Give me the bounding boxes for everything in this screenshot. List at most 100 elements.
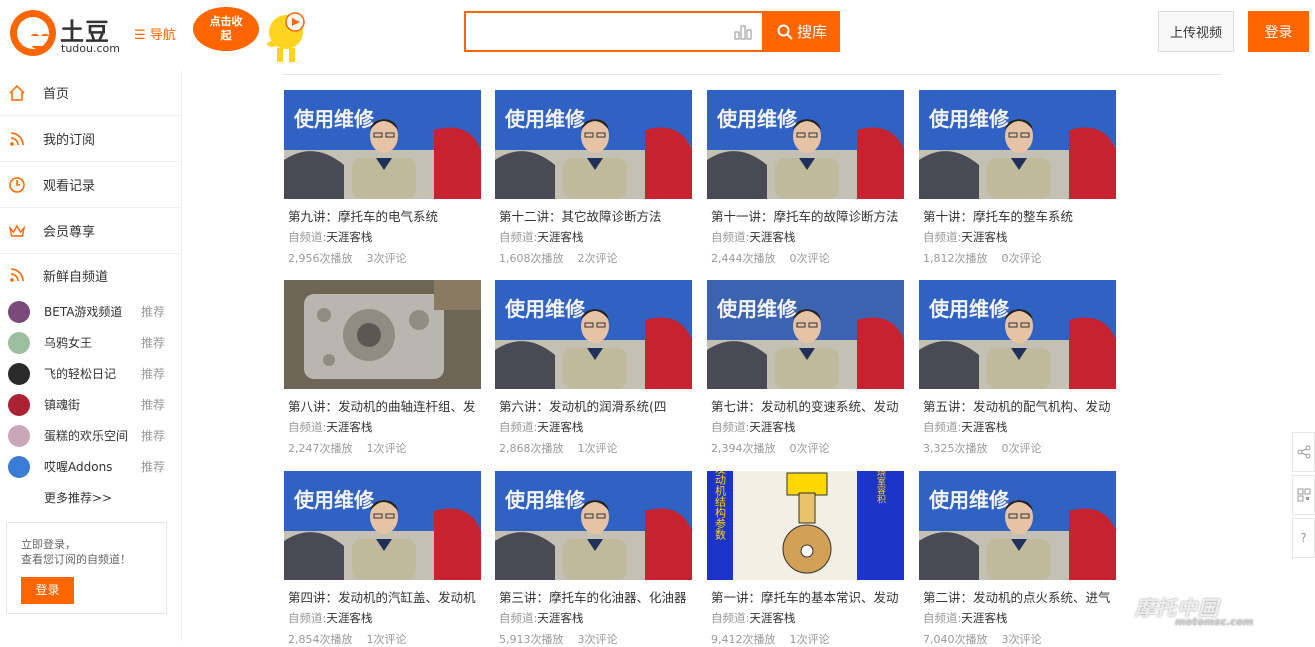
sidebar-item-vip[interactable]: 会员尊享 <box>0 208 181 254</box>
channel-link[interactable]: 天涯客栈 <box>749 611 795 625</box>
video-card[interactable]: 使用维修 第七讲：发动机的变速系统、发动 自频道:天涯客栈 2,394次播放 0次评论 <box>707 280 904 456</box>
video-stats: 5,913次播放 3次评论 <box>495 631 692 647</box>
channel-item[interactable]: BETA游戏频道 推荐 <box>0 296 181 327</box>
video-card[interactable]: 使用维修 第十二讲：其它故障诊断方法 自频道:天涯客栈 1,608次播放 2次评论 <box>495 90 692 266</box>
share-icon[interactable] <box>1292 432 1315 472</box>
svg-text:使用维修: 使用维修 <box>928 107 1010 131</box>
sidebar-item-history[interactable]: 观看记录 <box>0 162 181 208</box>
video-thumbnail[interactable]: 使用维修 <box>919 90 1116 199</box>
video-card[interactable]: 使用维修 第六讲：发动机的润滑系统(四 自频道:天涯客栈 2,868次播放 1次评论 <box>495 280 692 456</box>
video-title[interactable]: 第十二讲：其它故障诊断方法 <box>495 206 692 225</box>
video-card[interactable]: 使用维修 第十一讲：摩托车的故障诊断方法 自频道:天涯客栈 2,444次播放 0次评论 <box>707 90 904 266</box>
video-thumbnail[interactable]: 使用维修 <box>495 471 692 580</box>
video-card[interactable]: 使用维修 第五讲：发动机的配气机构、发动 自频道:天涯客栈 3,325次播放 0次评论 <box>919 280 1116 456</box>
channel-link[interactable]: 天涯客栈 <box>326 230 372 244</box>
sidebar-section-fresh-channels[interactable]: 新鲜自频道 <box>0 254 181 296</box>
video-card[interactable]: 使用维修 第四讲：发动机的汽缸盖、发动机 自频道:天涯客栈 2,854次播放 1次评论 <box>284 471 481 647</box>
play-count: 1,812次播放 <box>923 252 988 265</box>
video-thumbnail[interactable]: 使用维修 <box>495 90 692 199</box>
video-title[interactable]: 第四讲：发动机的汽缸盖、发动机 <box>284 587 481 606</box>
channel-link[interactable]: 天涯客栈 <box>326 611 372 625</box>
channel-link[interactable]: 天涯客栈 <box>537 420 583 434</box>
right-toolbar: ? <box>1292 432 1315 561</box>
video-thumbnail[interactable]: 二冲程发动机结构参数 燃烧室容积 <box>707 471 904 580</box>
video-card[interactable]: 使用维修第九讲：摩托车的电气系统自频道:天涯客栈 2,956次播放 3次评论 <box>284 90 481 266</box>
sidebar-item-subscriptions[interactable]: 我的订阅 <box>0 116 181 162</box>
video-title[interactable]: 第六讲：发动机的润滑系统(四 <box>495 396 692 415</box>
play-count: 2,394次播放 <box>711 442 776 455</box>
channel-link[interactable]: 天涯客栈 <box>961 420 1007 434</box>
channel-item[interactable]: 乌鸦女王 推荐 <box>0 327 181 358</box>
tudou-logo-icon[interactable] <box>10 10 56 56</box>
video-card[interactable]: 使用维修 第十讲：摩托车的整车系统 自频道:天涯客栈 1,812次播放 0次评论 <box>919 90 1116 266</box>
channel-item[interactable]: 飞的轻松日记 推荐 <box>0 358 181 389</box>
search-box <box>464 11 764 52</box>
promo-label: 点击收起 <box>209 15 243 42</box>
video-title[interactable]: 第十讲：摩托车的整车系统 <box>919 206 1116 225</box>
rss-icon <box>8 130 26 148</box>
video-title[interactable]: 第九讲：摩托车的电气系统 <box>284 206 481 225</box>
video-thumbnail[interactable]: 使用维修 <box>919 280 1116 389</box>
video-title[interactable]: 第二讲：发动机的点火系统、进气 <box>919 587 1116 606</box>
brand-domain[interactable]: tudou.com <box>61 42 120 55</box>
channel-name: 哎喔Addons <box>44 460 113 474</box>
channel-label: 自频道: <box>923 611 962 625</box>
channel-item[interactable]: 镇魂街 推荐 <box>0 389 181 420</box>
channel-link[interactable]: 天涯客栈 <box>961 611 1007 625</box>
channel-link[interactable]: 天涯客栈 <box>749 230 795 244</box>
video-thumbnail[interactable]: 使用维修 <box>919 471 1116 580</box>
search-button[interactable]: 搜库 <box>764 11 840 52</box>
video-thumbnail[interactable]: 使用维修 <box>284 90 481 199</box>
play-count: 7,040次播放 <box>923 633 988 646</box>
video-thumbnail[interactable]: 使用维修 <box>707 280 904 389</box>
video-thumbnail[interactable]: 使用维修 <box>284 471 481 580</box>
video-title[interactable]: 第五讲：发动机的配气机构、发动 <box>919 396 1116 415</box>
video-channel-line: 自频道:天涯客栈 <box>707 229 904 245</box>
help-icon[interactable]: ? <box>1292 518 1315 558</box>
video-title[interactable]: 第三讲：摩托车的化油器、化油器 <box>495 587 692 606</box>
channel-avatar <box>8 424 30 447</box>
channel-avatar <box>8 455 30 478</box>
qrcode-icon[interactable] <box>1292 475 1315 515</box>
video-thumbnail[interactable] <box>284 280 481 389</box>
video-thumbnail[interactable]: 使用维修 <box>495 280 692 389</box>
sidebar-item-home[interactable]: 首页 <box>0 70 181 116</box>
svg-text:使用维修: 使用维修 <box>504 488 586 512</box>
sidebar-item-label: 观看记录 <box>43 179 96 194</box>
clock-icon <box>8 176 26 194</box>
channel-link[interactable]: 天涯客栈 <box>537 611 583 625</box>
channel-item[interactable]: 哎喔Addons 推荐 <box>0 451 181 482</box>
channel-link[interactable]: 天涯客栈 <box>961 230 1007 244</box>
video-card[interactable]: 第八讲：发动机的曲轴连杆组、发 自频道:天涯客栈 2,247次播放 1次评论 <box>284 280 481 456</box>
more-recommendations-link[interactable]: 更多推荐>> <box>0 482 181 512</box>
video-title[interactable]: 第一讲：摩托车的基本常识、发动 <box>707 587 904 606</box>
video-title[interactable]: 第七讲：发动机的变速系统、发动 <box>707 396 904 415</box>
nav-menu-button[interactable]: ☰ 导航 <box>134 24 176 43</box>
video-card[interactable]: 使用维修 第二讲：发动机的点火系统、进气 自频道:天涯客栈 7,040次播放 3次评论 <box>919 471 1116 647</box>
bar-chart-icon[interactable] <box>734 24 752 40</box>
comment-count: 0次评论 <box>1001 252 1042 265</box>
comment-count: 1次评论 <box>789 633 830 646</box>
video-stats: 2,854次播放 1次评论 <box>284 631 481 647</box>
channel-link[interactable]: 天涯客栈 <box>537 230 583 244</box>
video-thumbnail[interactable]: 使用维修 <box>707 90 904 199</box>
channel-link[interactable]: 天涯客栈 <box>326 420 372 434</box>
recommend-tag: 推荐 <box>141 460 166 474</box>
search-input[interactable] <box>466 13 726 50</box>
login-button[interactable]: 登录 <box>1248 11 1309 52</box>
upload-video-button[interactable]: 上传视频 <box>1158 11 1234 52</box>
video-stats: 3,325次播放 0次评论 <box>919 440 1116 456</box>
collapse-promo-button[interactable]: 点击收起 <box>193 7 259 51</box>
video-stats: 2,956次播放 3次评论 <box>284 250 481 266</box>
video-card[interactable]: 使用维修 第三讲：摩托车的化油器、化油器 自频道:天涯客栈 5,913次播放 3次评论 <box>495 471 692 647</box>
sidebar-login-button[interactable]: 登录 <box>21 577 74 604</box>
video-stats: 9,412次播放 1次评论 <box>707 631 904 647</box>
svg-text:燃烧室容积: 燃烧室容积 <box>875 471 886 504</box>
channel-label: 自频道: <box>288 230 327 244</box>
video-title[interactable]: 第十一讲：摩托车的故障诊断方法 <box>707 206 904 225</box>
channel-link[interactable]: 天涯客栈 <box>749 420 795 434</box>
video-card[interactable]: 二冲程发动机结构参数 燃烧室容积 第一讲：摩托车的基本常识、发动 自频道:天涯客栈 9,… <box>707 471 904 647</box>
channel-item[interactable]: 蛋糕的欢乐空间 推荐 <box>0 420 181 451</box>
recommend-tag: 推荐 <box>141 336 166 350</box>
video-title[interactable]: 第八讲：发动机的曲轴连杆组、发 <box>284 396 481 415</box>
